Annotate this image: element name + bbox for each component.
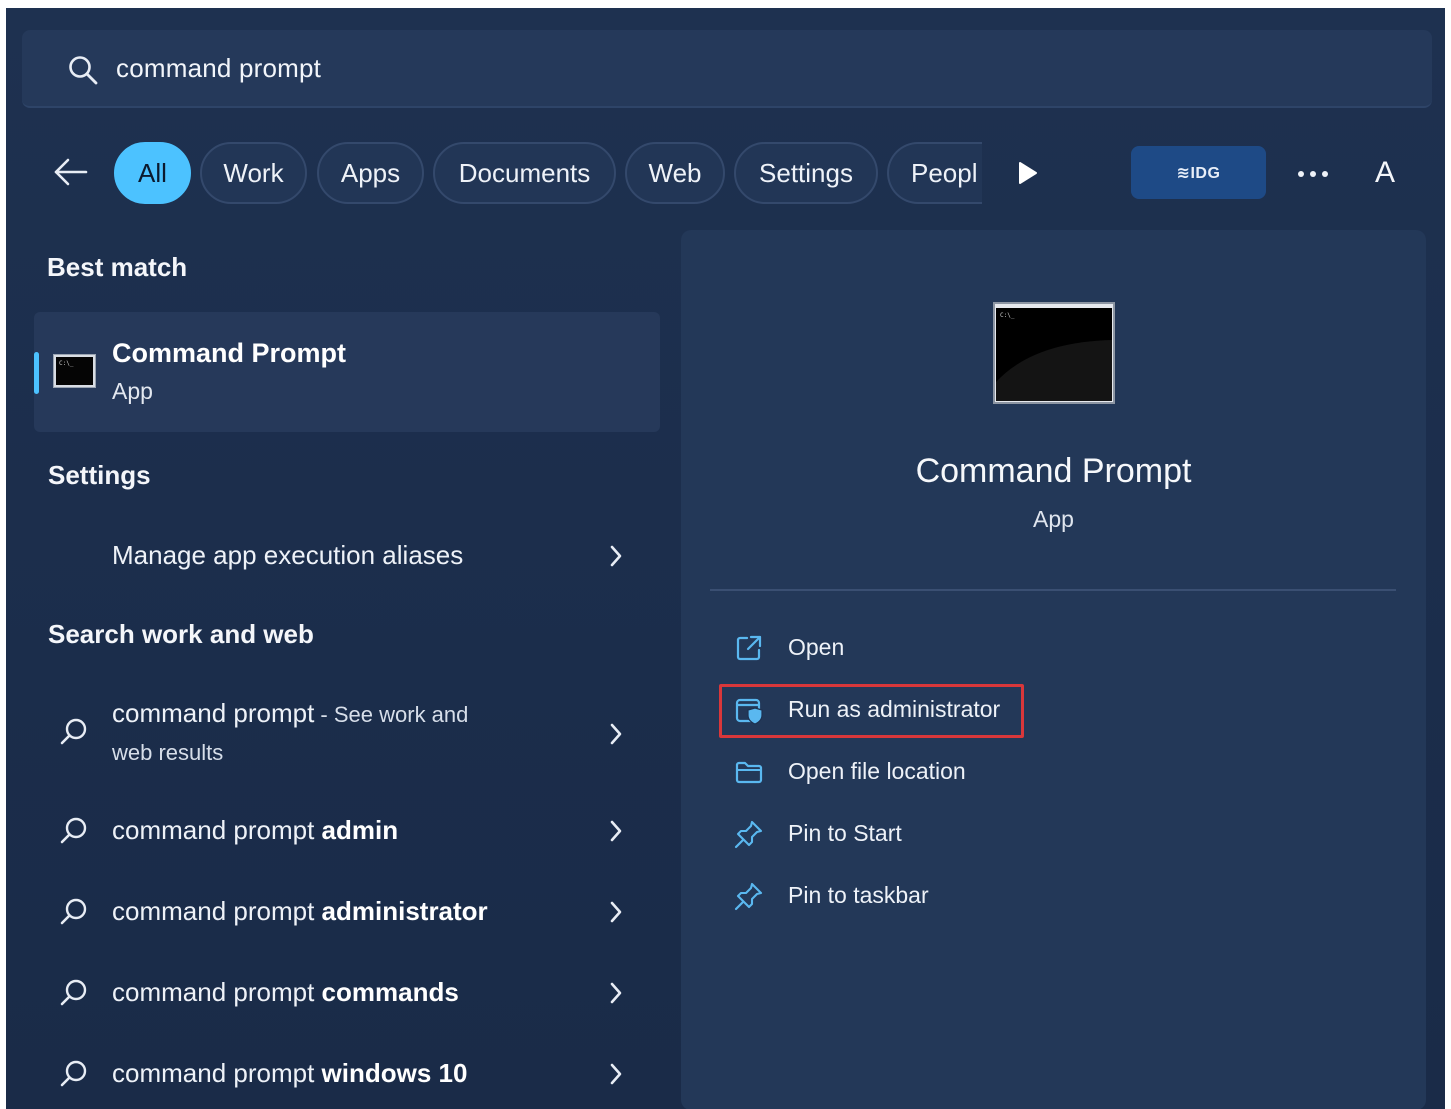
filter-tab-work[interactable]: Work [200,142,307,204]
scroll-right-icon[interactable] [1017,160,1039,186]
search-result-icon [60,718,87,745]
command-prompt-large-icon: C:\_ [993,302,1115,404]
search-result-icon [60,817,87,844]
web-result-text: command prompt windows 10 [112,1058,468,1088]
preview-type: App [1033,506,1074,532]
action-label: Pin to Start [788,820,902,846]
chevron-right-icon [610,982,622,1004]
chevron-right-icon [610,1063,622,1085]
web-result-item[interactable]: command prompt commands [34,968,660,1018]
settings-item-aliases[interactable]: Manage app execution aliases [34,530,660,582]
search-bar[interactable]: command prompt [22,30,1432,108]
settings-heading: Settings [48,460,151,490]
search-result-icon [60,1060,87,1087]
filter-tab-settings[interactable]: Settings [734,142,878,204]
chevron-right-icon [610,723,622,745]
folder-icon [735,761,763,784]
svg-text:C:\_: C:\_ [1000,312,1015,319]
web-result-subtext: web results [112,740,224,765]
best-match-heading: Best match [47,252,188,282]
filter-tab-people[interactable]: Peopl [887,142,982,204]
account-avatar[interactable]: A [1363,151,1407,195]
chevron-right-icon [610,545,622,567]
pin-icon [734,820,763,849]
best-match-title: Command Prompt [112,338,347,368]
web-result-text: command prompt admin [112,815,399,845]
web-result-item[interactable]: command prompt windows 10 [34,1049,660,1099]
search-input[interactable]: command prompt [116,53,321,84]
command-prompt-icon: C:\_ [53,354,96,388]
settings-item-label: Manage app execution aliases [112,540,464,570]
best-match-result[interactable]: C:\_ Command Prompt App [34,312,660,432]
idg-logo-badge[interactable]: ≋IDG [1131,146,1266,199]
search-result-icon [60,979,87,1006]
action-label: Open file location [788,758,966,784]
pin-icon [734,882,763,911]
web-result-text: command prompt administrator [112,896,488,926]
search-icon [69,56,98,85]
action-run-as-administrator[interactable]: Run as administrator [725,690,1045,730]
selection-indicator [34,352,39,394]
chevron-right-icon [610,820,622,842]
web-result-item[interactable]: command prompt admin [34,806,660,856]
action-pin-to-taskbar[interactable]: Pin to taskbar [725,876,1045,916]
preview-divider [710,589,1396,591]
filter-tab-documents[interactable]: Documents [433,142,616,204]
best-match-type: App [112,378,153,404]
web-result-text: command prompt - See work and [112,698,469,728]
start-search-window: command prompt All Work Apps Documents W… [6,8,1445,1109]
action-open-file-location[interactable]: Open file location [725,752,1045,792]
chevron-right-icon [610,901,622,923]
back-arrow-icon[interactable] [50,152,90,192]
filter-tab-apps[interactable]: Apps [317,142,424,204]
web-result-text: command prompt commands [112,977,459,1007]
action-label: Pin to taskbar [788,882,929,908]
action-label: Open [788,634,845,660]
action-label: Run as administrator [788,696,1001,722]
filter-tab-all[interactable]: All [114,142,191,204]
web-result-item[interactable]: command prompt administrator [34,887,660,937]
search-result-icon [60,898,87,925]
preview-panel: C:\_ Command Prompt App Open Run as admi… [681,230,1426,1109]
filter-tab-web[interactable]: Web [625,142,725,204]
action-open[interactable]: Open [725,628,1045,668]
more-options-icon[interactable] [1296,168,1330,180]
shield-admin-icon [735,698,763,725]
svg-text:C:\_: C:\_ [59,360,74,367]
search-web-heading: Search work and web [48,619,314,649]
open-external-icon [736,635,762,661]
web-result-item[interactable]: command prompt - See work and web result… [34,688,660,780]
preview-title: Command Prompt [915,452,1192,490]
action-pin-to-start[interactable]: Pin to Start [725,814,1045,854]
